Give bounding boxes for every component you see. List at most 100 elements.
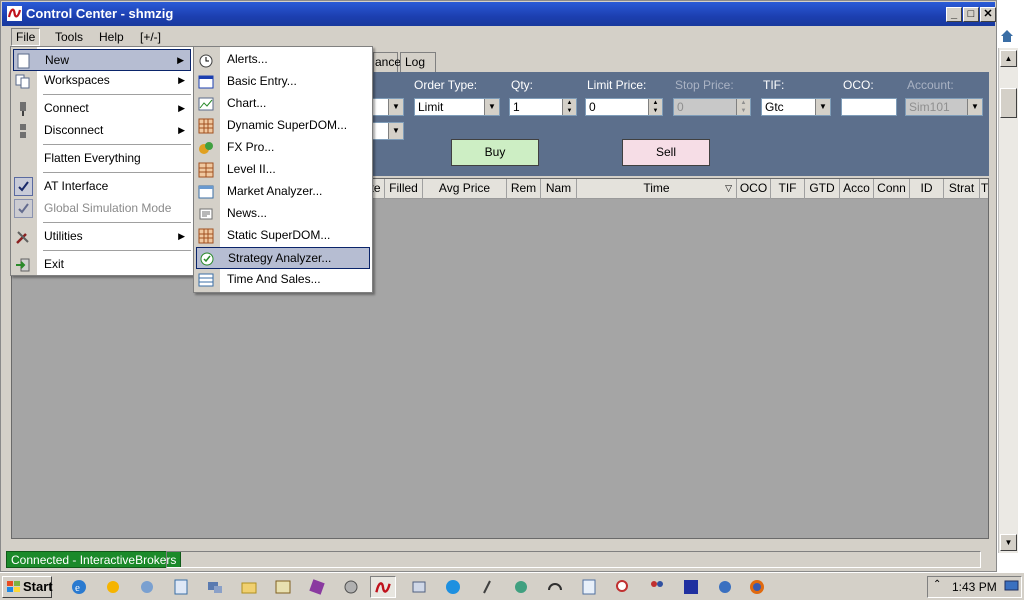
display-icon[interactable] [1004, 580, 1019, 594]
file-menu-flatten[interactable]: Flatten Everything [13, 148, 191, 170]
file-menu-new[interactable]: New ▶ [13, 49, 191, 71]
colorful-app-icon[interactable] [308, 578, 326, 596]
time-and-sales-icon [198, 273, 214, 287]
buy-button[interactable]: Buy [451, 139, 539, 166]
skype-icon[interactable] [444, 578, 462, 596]
start-button[interactable]: Start [2, 576, 53, 598]
firefox-icon[interactable] [748, 578, 766, 596]
col-header[interactable]: TIF [771, 179, 805, 199]
stop-price-value: 0 [677, 100, 684, 114]
pen-icon[interactable] [478, 578, 496, 596]
new-menu-chart[interactable]: Chart... [196, 93, 370, 115]
title-bar[interactable]: Control Center - shmzig _ □ ✕ [2, 2, 996, 26]
users-icon[interactable] [648, 578, 666, 596]
document-icon[interactable] [172, 578, 190, 596]
new-menu-alerts[interactable]: Alerts... [196, 49, 370, 71]
action-select[interactable]: ▼ [372, 122, 404, 140]
book-icon[interactable] [274, 578, 292, 596]
menu-item-label: Disconnect [44, 123, 104, 137]
col-header[interactable]: Acco [840, 179, 874, 199]
running-man-icon[interactable] [682, 578, 700, 596]
sell-button[interactable]: Sell [622, 139, 710, 166]
close-button[interactable]: ✕ [980, 7, 996, 22]
col-header[interactable]: Nam [541, 179, 577, 199]
messenger-icon[interactable] [138, 578, 156, 596]
tab-log[interactable]: Log [400, 52, 436, 72]
exit-icon [16, 258, 30, 272]
scroll-up-icon[interactable]: ▲ [1000, 50, 1017, 67]
file-menu-disconnect[interactable]: Disconnect ▶ [13, 120, 191, 142]
file-menu-exit[interactable]: Exit [13, 254, 191, 276]
minimize-button[interactable]: _ [946, 7, 962, 22]
ninjatrader-logo-icon [7, 6, 22, 21]
account-value: Sim101 [909, 100, 950, 114]
new-menu-dynamic-superdom[interactable]: Dynamic SuperDOM... [196, 115, 370, 137]
globe-icon[interactable] [512, 578, 530, 596]
col-header[interactable]: GTD [805, 179, 840, 199]
new-menu-fx-pro[interactable]: FX Pro... [196, 137, 370, 159]
menu-item-label: Global Simulation Mode [44, 201, 172, 215]
sun-icon[interactable] [104, 578, 122, 596]
tray-expand-icon[interactable]: ⌃ [933, 579, 941, 590]
home-icon[interactable] [999, 28, 1015, 44]
col-header[interactable]: ID [910, 179, 944, 199]
headphones-icon[interactable] [546, 578, 564, 596]
order-type-select[interactable]: Limit ▼ [414, 98, 500, 116]
magnifier-icon[interactable] [614, 578, 632, 596]
tif-select[interactable]: Gtc ▼ [761, 98, 831, 116]
file-menu-utilities[interactable]: Utilities ▶ [13, 226, 191, 248]
new-menu-basic-entry[interactable]: Basic Entry... [196, 71, 370, 93]
vertical-scrollbar[interactable]: ▲ ▼ [998, 48, 1018, 553]
oco-label: OCO: [843, 78, 874, 92]
new-menu-static-superdom[interactable]: Static SuperDOM... [196, 225, 370, 247]
spinner-icon[interactable]: ▲ ▼ [648, 99, 662, 115]
new-menu-level-ii[interactable]: Level II... [196, 159, 370, 181]
col-header[interactable]: Filled [385, 179, 423, 199]
qty-input[interactable]: 1 ▲ ▼ [509, 98, 577, 116]
menu-item-label: Market Analyzer... [227, 184, 323, 198]
menu-expand[interactable]: [+/-] [136, 28, 165, 46]
oco-input[interactable] [841, 98, 897, 116]
qty-label: Qty: [511, 78, 534, 92]
windows-icon[interactable] [410, 578, 428, 596]
scroll-thumb[interactable] [1000, 88, 1017, 118]
notepad-icon[interactable] [580, 578, 598, 596]
new-menu-time-and-sales[interactable]: Time And Sales... [196, 269, 370, 291]
menu-item-label: News... [227, 206, 268, 220]
tab-balance[interactable]: ance [373, 52, 401, 72]
new-menu-strategy-analyzer[interactable]: Strategy Analyzer... [196, 247, 370, 269]
file-menu-workspaces[interactable]: Workspaces ▶ [13, 70, 191, 92]
chevron-down-icon: ▼ [967, 99, 982, 115]
instrument-select[interactable]: ▼ [372, 98, 404, 116]
menu-tools[interactable]: Tools [51, 28, 87, 46]
scroll-down-icon[interactable]: ▼ [1000, 534, 1017, 551]
col-header[interactable]: Strat [944, 179, 980, 199]
svg-text:e: e [75, 582, 80, 594]
menu-file[interactable]: File [11, 28, 41, 46]
menu-item-label: New [45, 53, 70, 67]
update-icon[interactable] [716, 578, 734, 596]
sort-indicator-icon: ▽ [725, 183, 732, 193]
limit-price-input[interactable]: 0 ▲ ▼ [585, 98, 663, 116]
file-menu-connect[interactable]: Connect ▶ [13, 98, 191, 120]
new-menu-market-analyzer[interactable]: Market Analyzer... [196, 181, 370, 203]
menu-help[interactable]: Help [95, 28, 128, 46]
col-header[interactable]: OCO [737, 179, 771, 199]
taskbar-active-window[interactable] [370, 576, 396, 598]
col-header[interactable]: Rem [507, 179, 541, 199]
chevron-down-icon: ▼ [484, 99, 499, 115]
settings-app-icon[interactable] [342, 578, 360, 596]
file-menu-global-sim: Global Simulation Mode [13, 198, 191, 220]
internet-explorer-icon[interactable]: e [70, 578, 88, 596]
file-menu-at-interface[interactable]: AT Interface [13, 176, 191, 198]
col-header[interactable]: Time ▽ [577, 179, 737, 199]
maximize-button[interactable]: □ [963, 7, 979, 22]
network-icon[interactable] [206, 578, 224, 596]
new-submenu: Alerts... Basic Entry... Chart... Dynami… [193, 46, 373, 293]
col-header[interactable]: Avg Price [423, 179, 507, 199]
col-header[interactable]: T [980, 179, 989, 199]
new-menu-news[interactable]: News... [196, 203, 370, 225]
col-header[interactable]: Conn [874, 179, 910, 199]
spinner-icon[interactable]: ▲ ▼ [562, 99, 576, 115]
folder-icon[interactable] [240, 578, 258, 596]
